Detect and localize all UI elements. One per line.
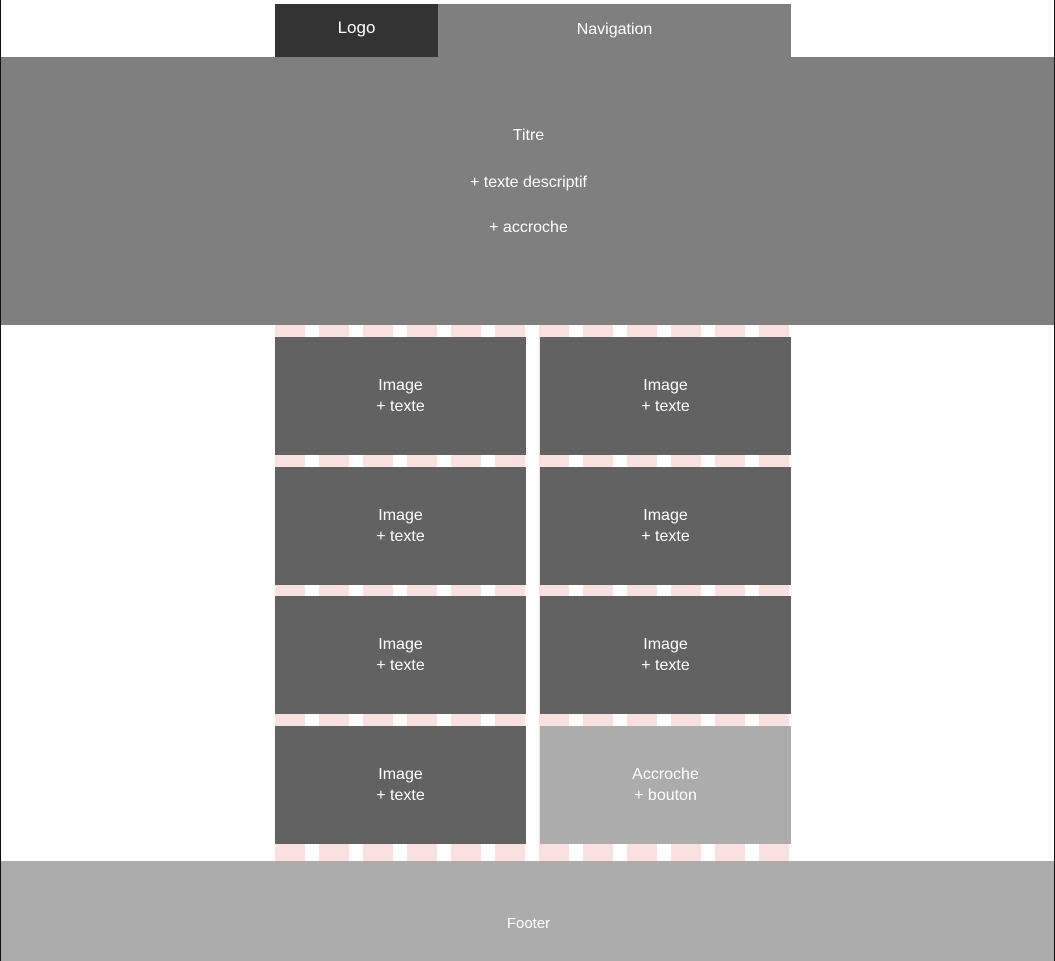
footer-label: Footer (506, 914, 551, 932)
tile-line1: Image (378, 766, 423, 783)
hero-hook: + accroche (489, 219, 568, 236)
image-text-tile[interactable]: Image + texte (275, 596, 526, 714)
navigation-label: Navigation (576, 20, 653, 38)
tile-line1: Image (378, 377, 423, 394)
tile-line2: + texte (641, 528, 690, 545)
hero-title: Titre (512, 127, 545, 144)
image-text-tile[interactable]: Image + texte (540, 337, 791, 455)
hero-description: + texte descriptif (470, 174, 587, 191)
tile-line1: Image (378, 507, 423, 524)
image-text-tile[interactable]: Image + texte (540, 596, 791, 714)
logo-block[interactable]: Logo (275, 4, 438, 57)
image-text-tile[interactable]: Image + texte (275, 726, 526, 844)
tile-line2: + texte (641, 398, 690, 415)
wireframe-page: Logo Navigation Titre + texte descriptif… (0, 0, 1055, 961)
image-text-tile[interactable]: Image + texte (275, 337, 526, 455)
cta-line2: + bouton (634, 787, 697, 804)
cta-line1: Accroche (632, 766, 699, 783)
image-text-tile[interactable]: Image + texte (540, 467, 791, 585)
tile-line2: + texte (376, 398, 425, 415)
hero-section: Titre + texte descriptif + accroche (1, 57, 1054, 325)
tile-line2: + texte (641, 657, 690, 674)
tile-line2: + texte (376, 657, 425, 674)
tile-line1: Image (378, 636, 423, 653)
tile-line2: + texte (376, 787, 425, 804)
navigation-block[interactable]: Navigation (438, 4, 791, 57)
cta-button-tile[interactable]: Accroche + bouton (540, 726, 791, 844)
image-text-tile[interactable]: Image + texte (275, 467, 526, 585)
tile-line2: + texte (376, 528, 425, 545)
tile-line1: Image (643, 636, 688, 653)
logo-label: Logo (337, 17, 376, 37)
tile-line1: Image (643, 507, 688, 524)
tile-line1: Image (643, 377, 688, 394)
footer-section: Footer (1, 861, 1054, 961)
